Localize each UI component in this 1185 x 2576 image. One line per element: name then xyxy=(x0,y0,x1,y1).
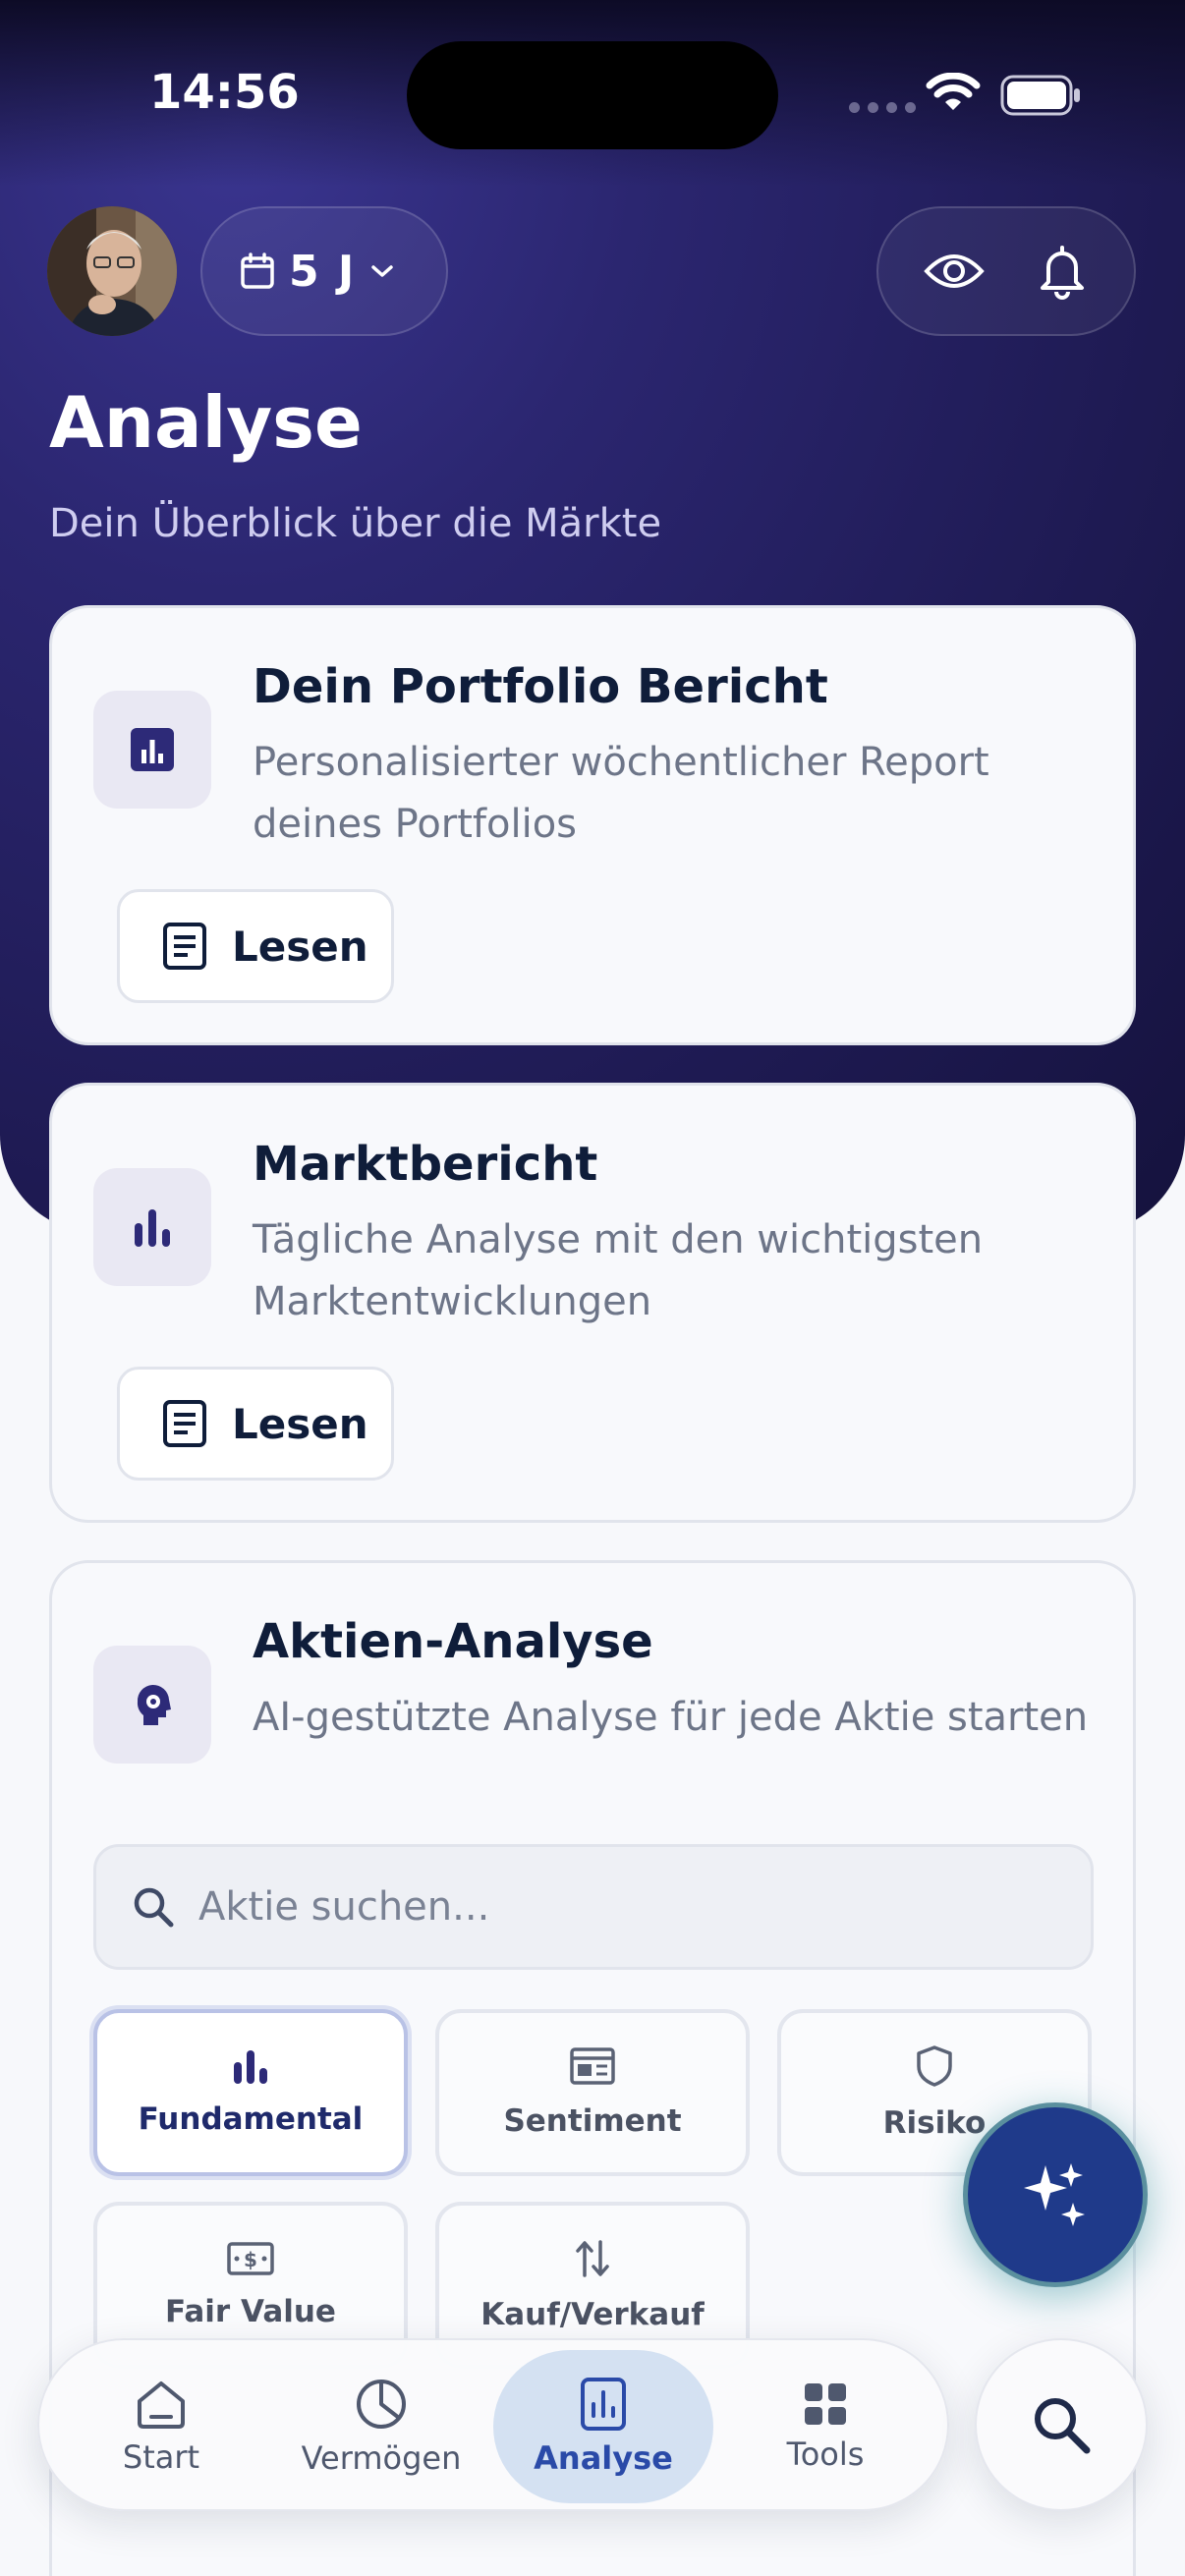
global-search-button[interactable] xyxy=(975,2338,1148,2511)
tab-label: Analyse xyxy=(534,2439,673,2477)
pie-chart-icon xyxy=(357,2380,406,2429)
tile-label: Kauf/Verkauf xyxy=(480,2297,705,2332)
status-time: 14:56 xyxy=(149,65,300,120)
tab-start[interactable]: Start xyxy=(51,2350,271,2503)
swap-vertical-icon xyxy=(576,2240,609,2277)
market-read-label: Lesen xyxy=(232,1399,368,1448)
grid-icon xyxy=(805,2383,846,2425)
ai-assistant-button[interactable] xyxy=(963,2102,1148,2287)
cellular-signal-icon xyxy=(849,102,916,113)
market-read-button[interactable]: Lesen xyxy=(117,1367,394,1481)
tile-label: Fundamental xyxy=(138,2101,364,2137)
period-selector[interactable]: 5 J xyxy=(200,206,448,336)
report-chart-icon xyxy=(581,2378,626,2431)
tab-label: Tools xyxy=(786,2436,865,2473)
bar-chart-icon xyxy=(93,1168,211,1286)
wifi-icon xyxy=(926,73,981,110)
market-report-description: Tägliche Analyse mit den wichtigsten Mar… xyxy=(253,1217,984,1324)
tile-label: Fair Value xyxy=(165,2294,336,2329)
portfolio-report-title: Dein Portfolio Bericht xyxy=(253,659,828,714)
stock-search-input[interactable] xyxy=(198,1884,1044,1930)
tab-tools[interactable]: Tools xyxy=(715,2350,935,2503)
tile-label: Risiko xyxy=(882,2105,987,2141)
page-title: Analyse xyxy=(49,381,363,464)
sparkles-icon xyxy=(1024,2163,1085,2226)
portfolio-report-card: Dein Portfolio Bericht Personalisierter … xyxy=(49,605,1136,1045)
home-icon xyxy=(138,2381,185,2429)
tab-label: Vermögen xyxy=(301,2439,462,2477)
battery-icon xyxy=(1000,75,1080,116)
analysis-tile-fundamental[interactable]: Fundamental xyxy=(93,2009,408,2176)
stock-search-field[interactable] xyxy=(93,1844,1094,1970)
tile-label: Sentiment xyxy=(503,2103,682,2139)
document-icon xyxy=(163,923,206,970)
portfolio-read-label: Lesen xyxy=(232,922,368,971)
bell-icon[interactable] xyxy=(1035,243,1090,300)
shield-icon xyxy=(917,2045,952,2087)
tab-label: Start xyxy=(122,2438,200,2476)
tab-analyse[interactable]: Analyse xyxy=(493,2350,713,2503)
header-actions xyxy=(876,206,1136,336)
calendar-icon xyxy=(241,252,274,289)
stock-analysis-description: AI-gestützte Analyse für jede Aktie star… xyxy=(253,1695,1089,1740)
chevron-down-icon xyxy=(371,265,394,277)
market-report-title: Marktbericht xyxy=(253,1137,598,1192)
report-chart-icon xyxy=(93,691,211,809)
search-icon xyxy=(134,1887,174,1928)
eye-icon[interactable] xyxy=(923,250,985,293)
svg-text:$: $ xyxy=(244,2248,257,2271)
portfolio-read-button[interactable]: Lesen xyxy=(117,889,394,1003)
newspaper-icon xyxy=(570,2047,615,2085)
portfolio-report-description: Personalisierter wöchentlicher Report de… xyxy=(253,740,989,847)
search-icon xyxy=(1035,2398,1091,2454)
bar-chart-icon xyxy=(234,2050,267,2084)
dynamic-island xyxy=(407,41,778,149)
bottom-tab-bar: Start Vermögen Analyse Tools xyxy=(37,2338,949,2511)
ai-head-icon xyxy=(93,1646,211,1764)
page-subtitle: Dein Überblick über die Märkte xyxy=(49,501,662,546)
market-report-card: Marktbericht Tägliche Analyse mit den wi… xyxy=(49,1083,1136,1523)
stock-analysis-title: Aktien-Analyse xyxy=(253,1614,653,1669)
tab-vermoegen[interactable]: Vermögen xyxy=(271,2350,491,2503)
profile-avatar[interactable] xyxy=(47,206,177,336)
money-icon: $ xyxy=(227,2242,274,2275)
period-label: 5 J xyxy=(289,246,357,297)
document-icon xyxy=(163,1400,206,1447)
analysis-tile-sentiment[interactable]: Sentiment xyxy=(435,2009,750,2176)
